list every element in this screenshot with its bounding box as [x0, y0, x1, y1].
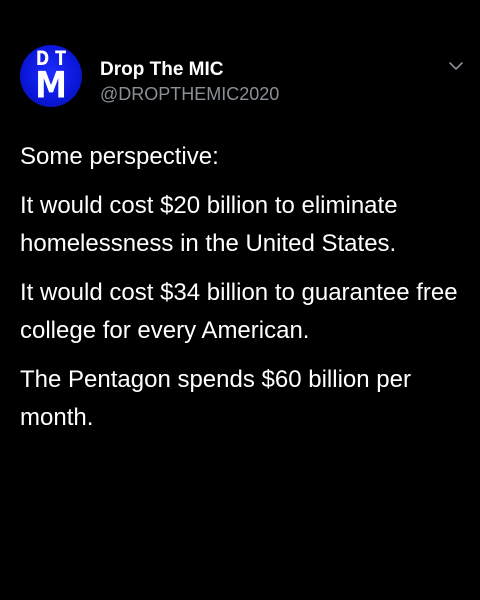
author-display-name[interactable]: Drop The MIC [100, 59, 279, 81]
tweet-paragraph: Some perspective: [20, 143, 219, 170]
chevron-down-icon[interactable] [447, 57, 465, 75]
tweet-card: DT M Drop The MIC @DROPTHEMIC2020 Some p… [0, 0, 480, 600]
tweet-paragraph: The Pentagon spends $60 billion per mont… [20, 366, 411, 431]
tweet-paragraph: It would cost $34 billion to guarantee f… [20, 279, 458, 344]
author-info[interactable]: Drop The MIC @DROPTHEMIC2020 [100, 59, 279, 105]
tweet-header: DT M Drop The MIC @DROPTHEMIC2020 [20, 45, 465, 107]
avatar-logo: DT M [20, 49, 82, 107]
avatar[interactable]: DT M [20, 45, 82, 107]
tweet-paragraph: It would cost $20 billion to eliminate h… [20, 192, 398, 257]
author-handle[interactable]: @DROPTHEMIC2020 [100, 83, 279, 105]
avatar-bottom-letter: M [35, 63, 67, 107]
tweet-text: Some perspective: It would cost $20 bill… [20, 138, 460, 448]
